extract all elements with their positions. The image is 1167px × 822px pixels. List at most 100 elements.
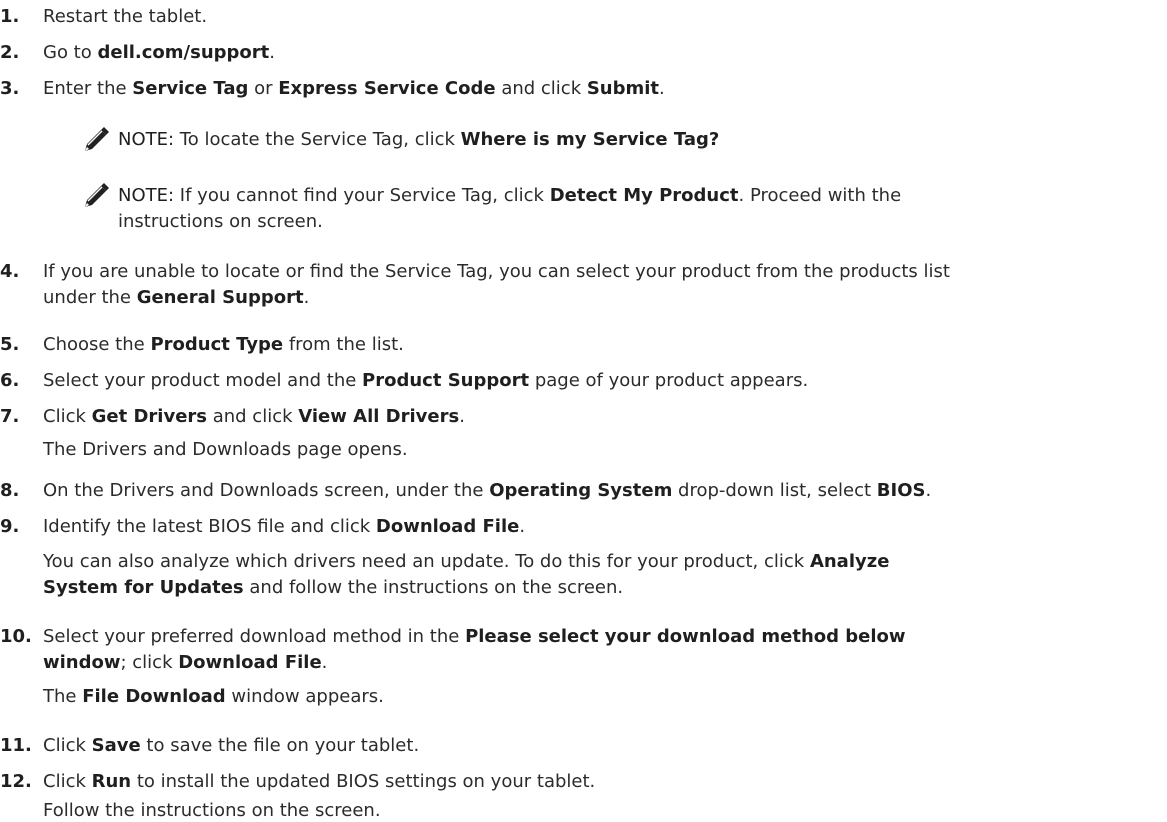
text-run: If you cannot find your Service Tag, cli…: [174, 185, 550, 206]
text-run: drop-down list, select: [672, 480, 877, 501]
text-run: Identify the latest BIOS file and click: [43, 516, 376, 537]
emphasis-text: System for Updates: [43, 577, 244, 598]
text-run: Click: [43, 406, 92, 427]
text-run: .: [925, 480, 932, 501]
note-label: NOTE:: [118, 129, 175, 150]
step-number: 7.: [0, 406, 20, 427]
step-text: If you are unable to locate or find the …: [43, 261, 950, 283]
emphasis-text: Product Type: [150, 334, 284, 355]
emphasis-text: Where is my Service Tag?: [460, 129, 720, 150]
text-run: If you are unable to locate or find the …: [43, 261, 950, 282]
step-subtext: The File Download window appears.: [43, 686, 384, 708]
text-run: .: [269, 42, 276, 63]
emphasis-text: Operating System: [489, 480, 673, 501]
step-number: 1.: [0, 6, 20, 27]
text-run: to install the updated BIOS settings on …: [131, 771, 596, 792]
text-run: and click: [495, 78, 587, 99]
text-run: .: [321, 652, 328, 673]
text-run: window appears.: [225, 686, 384, 707]
step-number: 4.: [0, 261, 20, 282]
text-run: .: [519, 516, 526, 537]
text-run: Go to: [43, 42, 98, 63]
emphasis-text: Get Drivers: [91, 406, 207, 427]
emphasis-text: window: [43, 652, 121, 673]
text-run: to save the file on your tablet.: [140, 735, 420, 756]
emphasis-text: Save: [91, 735, 141, 756]
emphasis-text: Detect My Product: [549, 185, 739, 206]
step-text: Identify the latest BIOS file and click …: [43, 516, 525, 538]
step-number: 5.: [0, 334, 20, 355]
note-pencil-icon: [83, 127, 109, 152]
note-text: instructions on screen.: [118, 211, 323, 233]
text-run: . Proceed with the: [738, 185, 902, 206]
text-run: page of your product appears.: [529, 370, 809, 391]
emphasis-text: Run: [91, 771, 132, 792]
text-run: On the Drivers and Downloads screen, und…: [43, 480, 490, 501]
step-number: 12.: [0, 771, 32, 792]
text-run: Click: [43, 735, 92, 756]
emphasis-text: dell.com/support: [97, 42, 270, 63]
emphasis-text: Service Tag: [132, 78, 249, 99]
text-run: instructions on screen.: [118, 211, 323, 232]
emphasis-text: Express Service Code: [278, 78, 496, 99]
note-pencil-icon: [83, 183, 109, 208]
text-run: Select your product model and the: [43, 370, 363, 391]
note-text: NOTE: To locate the Service Tag, click W…: [118, 129, 719, 151]
step-text: Restart the tablet.: [43, 6, 207, 28]
text-run: or: [248, 78, 279, 99]
text-run: Restart the tablet.: [43, 6, 208, 27]
emphasis-text: Analyze: [809, 551, 890, 572]
emphasis-text: BIOS: [876, 480, 926, 501]
step-number: 2.: [0, 42, 20, 63]
step-text: Enter the Service Tag or Express Service…: [43, 78, 665, 100]
text-run: and follow the instructions on the scree…: [243, 577, 624, 598]
text-run: ; click: [120, 652, 179, 673]
text-run: .: [303, 287, 310, 308]
emphasis-text: Please select your download method below: [465, 626, 906, 647]
step-subtext: System for Updates and follow the instru…: [43, 577, 623, 599]
text-run: You can also analyze which drivers need …: [43, 551, 810, 572]
text-run: and click: [207, 406, 299, 427]
text-run: The Drivers and Downloads page opens.: [43, 439, 408, 460]
step-text: On the Drivers and Downloads screen, und…: [43, 480, 931, 502]
step-subtext: You can also analyze which drivers need …: [43, 551, 889, 573]
emphasis-text: Download File: [178, 652, 322, 673]
step-subtext: The Drivers and Downloads page opens.: [43, 439, 408, 461]
emphasis-text: General Support: [136, 287, 304, 308]
text-run: Select your preferred download method in…: [43, 626, 466, 647]
text-run: from the list.: [283, 334, 404, 355]
step-number: 6.: [0, 370, 20, 391]
emphasis-text: File Download: [82, 686, 226, 707]
step-text: Click Get Drivers and click View All Dri…: [43, 406, 465, 428]
emphasis-text: Product Support: [362, 370, 530, 391]
step-text: Choose the Product Type from the list.: [43, 334, 404, 356]
step-text: Select your product model and the Produc…: [43, 370, 808, 392]
text-run: .: [659, 78, 665, 99]
emphasis-text: Download File: [375, 516, 520, 537]
note-label: NOTE:: [118, 185, 175, 206]
text-run: under the: [43, 287, 137, 308]
text-run: The: [43, 686, 83, 707]
step-number: 8.: [0, 480, 20, 501]
step-text: Click Run to install the updated BIOS se…: [43, 771, 595, 793]
step-text: Click Save to save the file on your tabl…: [43, 735, 419, 757]
text-run: Choose the: [43, 334, 151, 355]
step-number: 10.: [0, 626, 32, 647]
step-number: 3.: [0, 78, 20, 99]
step-text: window; click Download File.: [43, 652, 327, 674]
text-run: Follow the instructions on the screen.: [43, 800, 381, 821]
emphasis-text: Submit: [586, 78, 660, 99]
emphasis-text: View All Drivers: [298, 406, 460, 427]
step-number: 11.: [0, 735, 32, 756]
step-number: 9.: [0, 516, 20, 537]
step-text: Go to dell.com/support.: [43, 42, 275, 64]
step-text: Select your preferred download method in…: [43, 626, 906, 648]
note-text: NOTE: If you cannot find your Service Ta…: [118, 185, 901, 207]
text-run: .: [459, 406, 465, 427]
step-text: under the General Support.: [43, 287, 309, 309]
text-run: To locate the Service Tag, click: [174, 129, 461, 150]
text-run: Click: [43, 771, 92, 792]
document-page: 1. Restart the tablet. 2. Go to dell.com…: [0, 0, 1167, 822]
text-run: Enter the: [43, 78, 133, 99]
step-subtext: Follow the instructions on the screen.: [43, 800, 381, 822]
